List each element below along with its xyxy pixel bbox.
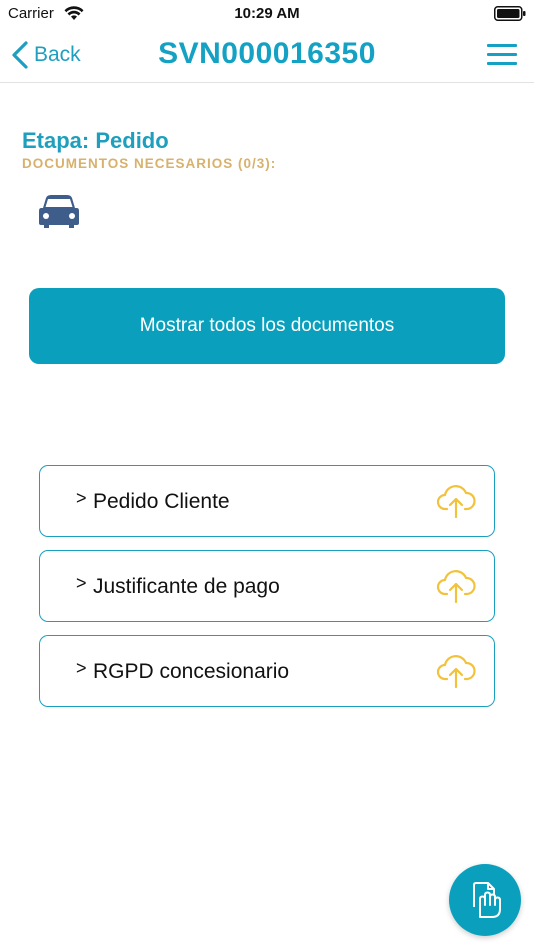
show-all-documents-button[interactable]: Mostrar todos los documentos <box>29 288 505 364</box>
navigation-bar: Back SVN000016350 <box>0 28 534 83</box>
cloud-upload-icon[interactable] <box>436 483 476 519</box>
document-item-rgpd-concesionario[interactable]: > RGPD concesionario <box>39 635 495 707</box>
page-title: SVN000016350 <box>158 37 376 70</box>
document-item-pedido-cliente[interactable]: > Pedido Cliente <box>39 465 495 537</box>
document-hand-icon <box>473 882 501 918</box>
arrow-icon: > <box>76 573 87 593</box>
stage-title: Etapa: Pedido <box>22 128 169 153</box>
document-label: RGPD concesionario <box>93 660 290 683</box>
document-label: Pedido Cliente <box>93 490 230 513</box>
clock: 10:29 AM <box>234 5 300 22</box>
documents-needed-label: DOCUMENTOS NECESARIOS (0/3): <box>22 156 277 171</box>
hamburger-menu-icon[interactable] <box>487 44 517 66</box>
arrow-icon: > <box>76 488 87 508</box>
battery-icon <box>494 6 526 21</box>
document-item-justificante-de-pago[interactable]: > Justificante de pago <box>39 550 495 622</box>
floating-action-button[interactable] <box>449 864 521 936</box>
status-bar: Carrier 10:29 AM <box>0 0 534 28</box>
car-icon <box>39 195 79 228</box>
document-label: Justificante de pago <box>93 575 280 598</box>
cloud-upload-icon[interactable] <box>436 653 476 689</box>
cloud-upload-icon[interactable] <box>436 568 476 604</box>
arrow-icon: > <box>76 658 87 678</box>
